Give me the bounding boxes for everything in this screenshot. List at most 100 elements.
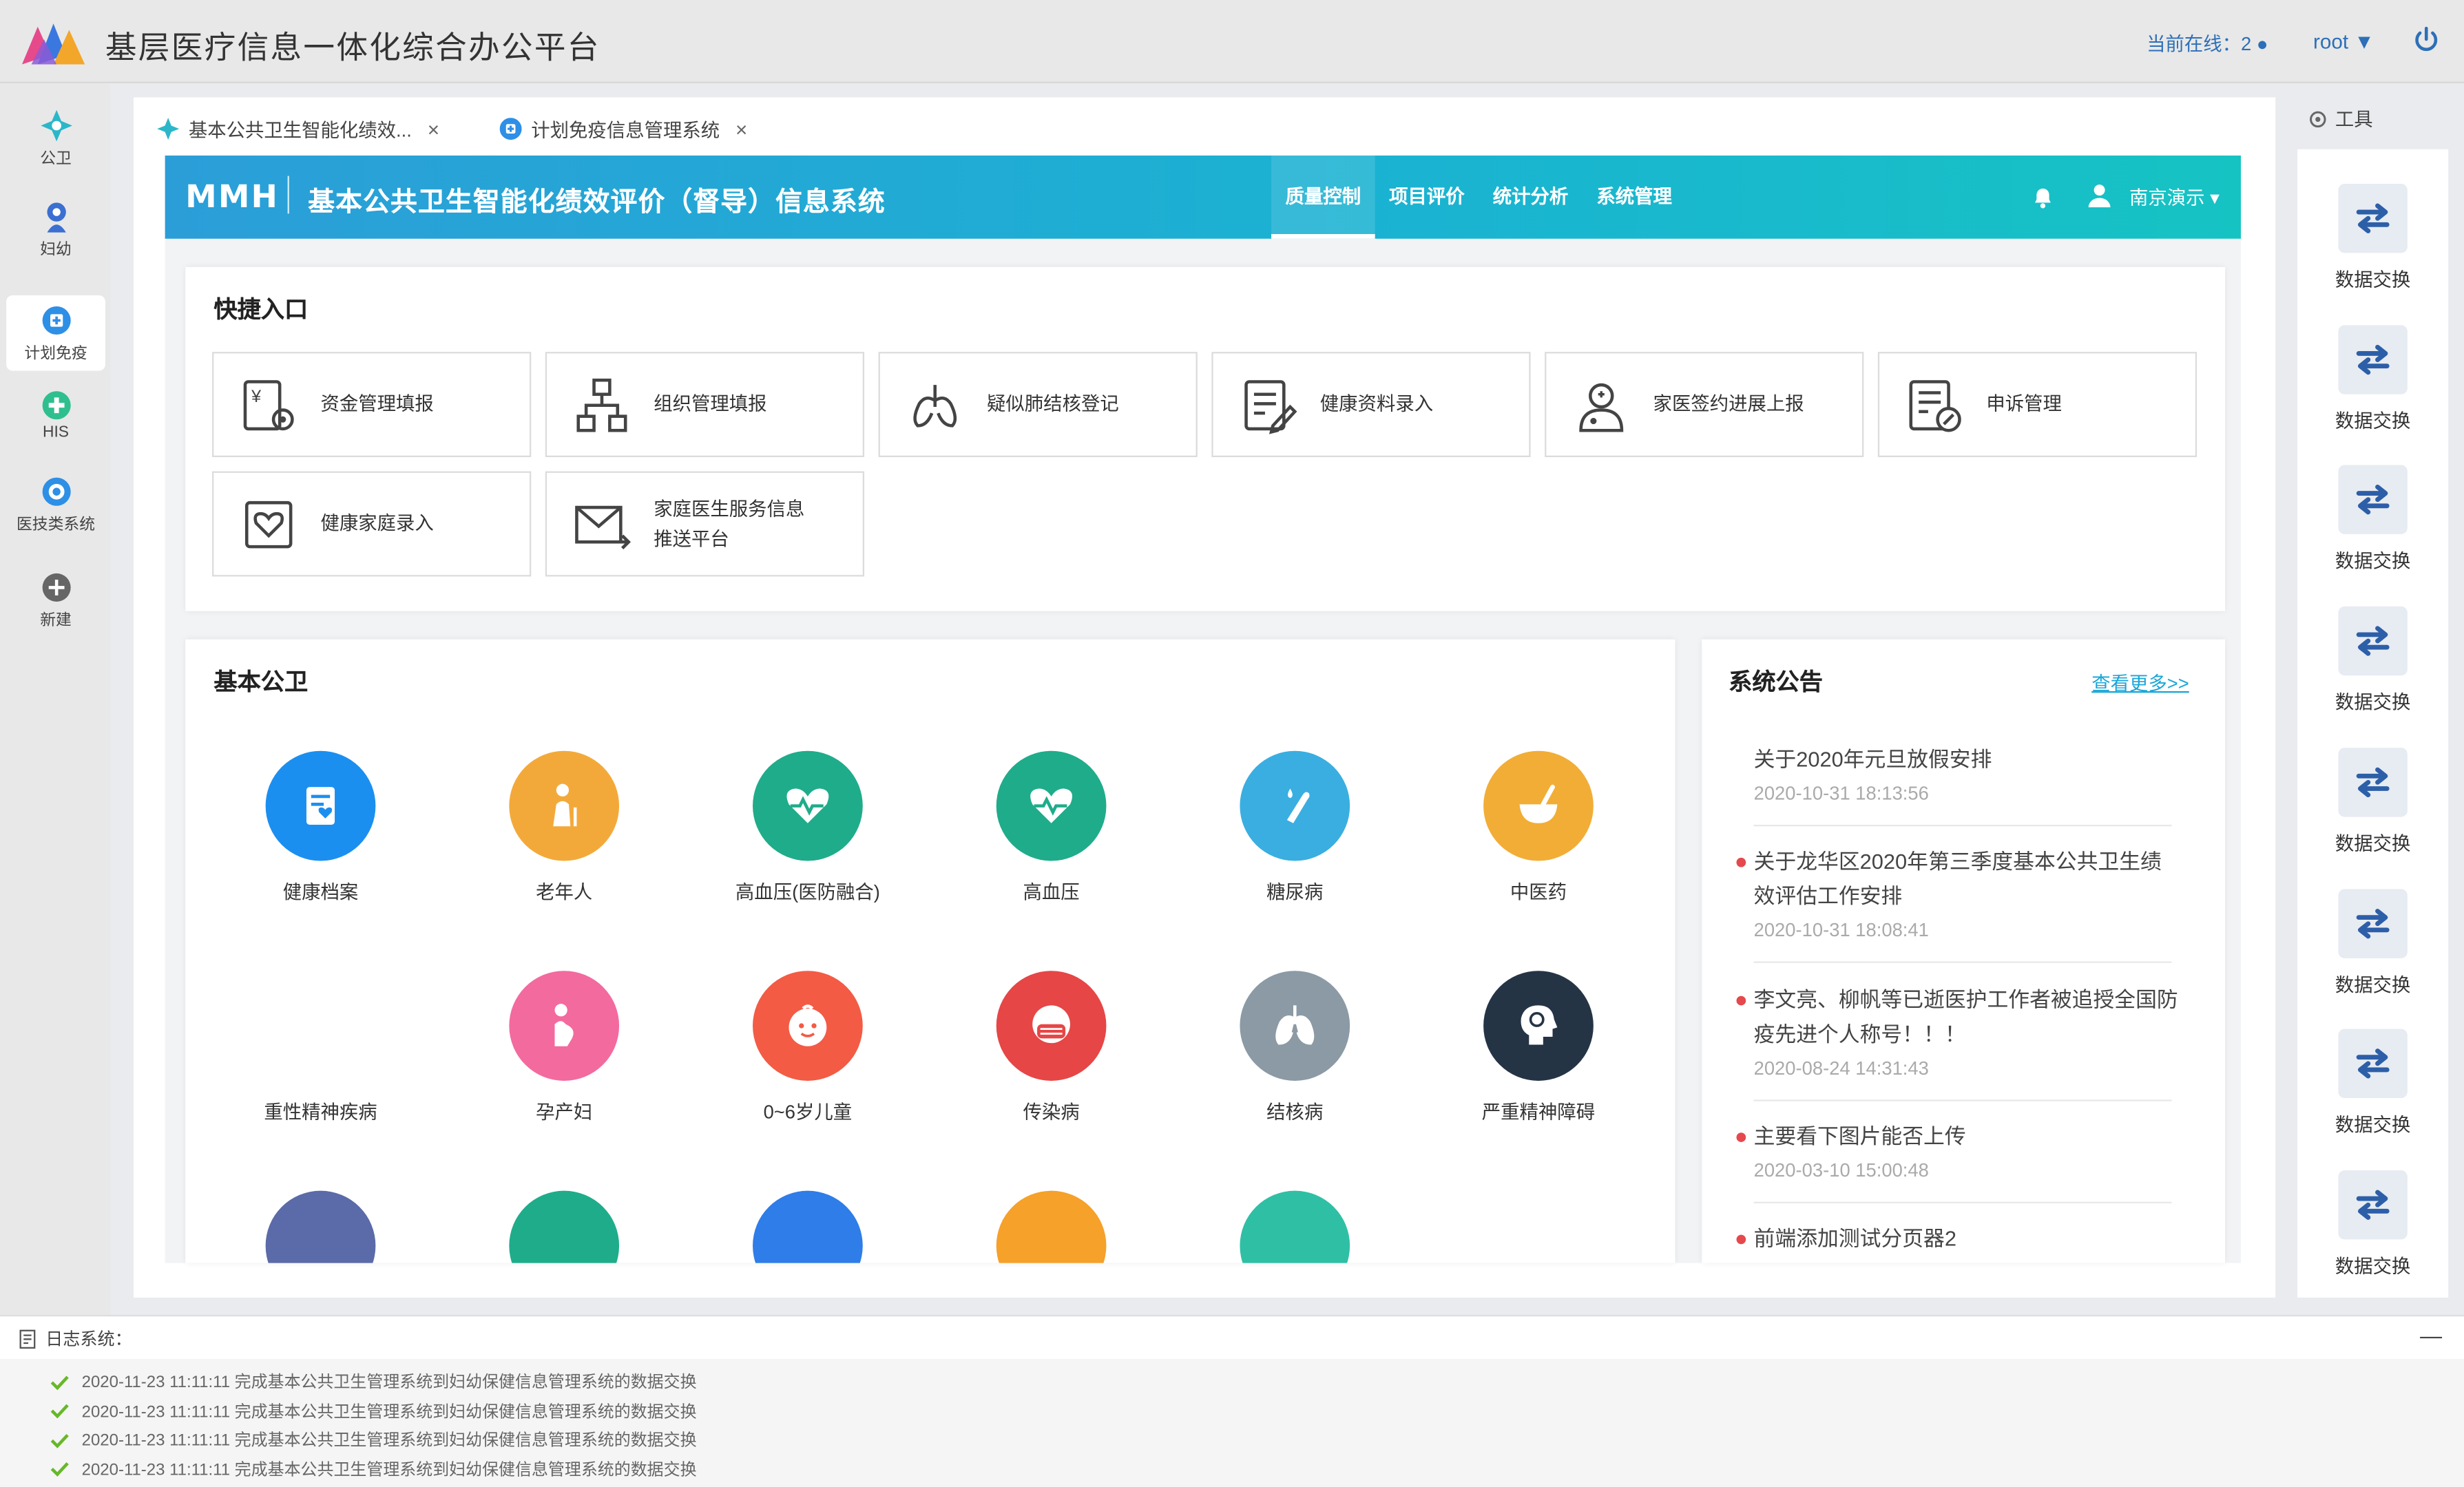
notice-divider — [1753, 961, 2172, 963]
tools-header[interactable]: 工具 — [2307, 105, 2373, 132]
user-menu[interactable]: root ▼ — [2313, 30, 2374, 53]
notice-item[interactable]: 主要看下图片能否上传 2020-03-10 15:00:48 — [1736, 1120, 2178, 1181]
exchange-label: 数据交换 — [2335, 1254, 2411, 1277]
notice-title-text: 主要看下图片能否上传 — [1753, 1124, 1966, 1149]
basic-health-item[interactable]: 重性精神疾病 — [202, 971, 438, 1125]
app-logo-icon — [21, 23, 85, 65]
basic-health-item[interactable]: 孕产妇 — [446, 971, 682, 1125]
log-text: 2020-11-23 11:11:11 完成基本公共卫生管理系统到妇幼保健信息管… — [81, 1431, 697, 1451]
notice-title-text: 李文亮、柳帆等已逝医护工作者被追授全国防疫先进个人称号！！！ — [1753, 988, 2178, 1046]
system-logo: MMH — [185, 177, 280, 215]
nav-project-evaluation[interactable]: 项目评价 — [1377, 156, 1477, 239]
region-dropdown[interactable]: 南京演示 ▾ — [2129, 184, 2220, 211]
quick-entry-item[interactable]: 家庭医生服务信息 推送平台 — [545, 471, 865, 577]
edit-document-icon — [1244, 379, 1297, 434]
exchange-arrows-icon — [2356, 485, 2390, 516]
basic-health-item[interactable]: 老年人 — [446, 750, 682, 905]
nav-quality-control[interactable]: 质量控制 — [1271, 155, 1375, 239]
basic-health-label: 高血压 — [1023, 881, 1080, 904]
caret-down-icon: ▼ — [2354, 30, 2374, 54]
quick-entry-item[interactable]: 健康资料录入 — [1211, 352, 1531, 458]
syringe-icon[interactable] — [265, 1190, 376, 1263]
sidebar-label: 计划免疫 — [24, 346, 87, 363]
sidebar-item-add[interactable]: 新建 — [6, 562, 105, 638]
basic-health-item[interactable]: 传染病 — [933, 971, 1169, 1125]
quick-entry-label: 资金管理填报 — [320, 392, 434, 415]
exchange-arrows-icon — [2356, 626, 2390, 656]
basic-health-item[interactable]: 高血压 — [933, 750, 1169, 905]
baby-face-icon — [789, 1004, 827, 1046]
notice-item[interactable]: 李文亮、柳帆等已逝医护工作者被追授全国防疫先进个人称号！！！ 2020-08-24… — [1736, 983, 2178, 1079]
data-exchange-button[interactable]: 数据交换 — [2297, 183, 2448, 292]
quick-entry-item[interactable]: 疑似肺结核登记 — [878, 352, 1198, 458]
tab-vaccine[interactable]: 计划免疫信息管理系统 × — [487, 107, 760, 151]
notice-item[interactable]: 关于龙华区2020年第三季度基本公共卫生绩效评估工作安排 2020-10-31 1… — [1736, 845, 2178, 941]
notice-date: 2020-08-24 14:31:43 — [1753, 1057, 1929, 1079]
power-icon[interactable] — [2414, 26, 2439, 52]
his-icon — [41, 391, 70, 420]
quick-entry-item[interactable]: 组织管理填报 — [545, 352, 865, 458]
basic-health-item[interactable]: 中医药 — [1421, 750, 1656, 905]
tab-gongwei[interactable]: 基本公共卫生智能化绩效... × — [144, 107, 452, 151]
close-icon[interactable]: × — [428, 117, 439, 140]
sidebar-item-gongwei[interactable]: 公卫 — [6, 101, 105, 176]
basic-health-item[interactable]: 严重精神障碍 — [1421, 971, 1656, 1125]
basic-health-item[interactable]: 糖尿病 — [1177, 750, 1412, 905]
exchange-arrows-icon — [2356, 1048, 2390, 1079]
notice-item[interactable]: 关于2020年元旦放假安排 2020-10-31 18:13:56 — [1754, 743, 2178, 804]
basic-health-label: 孕产妇 — [536, 1101, 593, 1124]
data-exchange-button[interactable]: 数据交换 — [2297, 465, 2448, 573]
log-title: 日志系统： — [19, 1326, 132, 1351]
data-exchange-button[interactable]: 数据交换 — [2297, 1170, 2448, 1278]
exchange-icon-box — [2338, 888, 2408, 958]
collapse-button[interactable]: — — [2420, 1322, 2442, 1348]
exchange-icon-box — [2338, 465, 2408, 535]
gongwei-icon — [40, 109, 72, 142]
quick-entry-item[interactable]: 申诉管理 — [1877, 352, 2197, 458]
sidebar-label: 新建 — [40, 612, 72, 631]
data-exchange-button[interactable]: 数据交换 — [2297, 1029, 2448, 1137]
sidebar-item-medtech[interactable]: 医技类系统 — [6, 467, 105, 542]
sidebar-item-vaccine[interactable]: 计划免疫 — [6, 295, 105, 371]
sidebar-label: 妇幼 — [40, 242, 72, 260]
basic-health-item[interactable]: 高血压(医防融合) — [690, 750, 926, 905]
quick-entry-item[interactable]: 家医签约进展上报 — [1545, 352, 1864, 458]
notice-item[interactable]: 前端添加测试分页器2 — [1736, 1222, 2178, 1256]
sidebar-item-his[interactable]: HIS — [6, 380, 105, 456]
lungs-icon — [1275, 1005, 1315, 1045]
basic-health-label: 中医药 — [1510, 881, 1567, 904]
data-exchange-button[interactable]: 数据交换 — [2297, 324, 2448, 433]
health-circle — [753, 971, 863, 1081]
bell-icon[interactable] — [2030, 184, 2056, 209]
org-chart-icon — [576, 377, 627, 432]
vaccine-icon — [499, 118, 522, 140]
log-text: 2020-11-23 11:11:11 完成基本公共卫生管理系统到妇幼保健信息管… — [81, 1460, 697, 1479]
close-icon[interactable]: × — [735, 117, 747, 140]
gongwei-icon — [157, 118, 180, 140]
basic-health-title: 基本公卫 — [213, 669, 309, 696]
bottle-icon[interactable] — [753, 1190, 863, 1263]
basic-health-label: 0~6岁儿童 — [763, 1101, 853, 1124]
health-circle — [1240, 971, 1350, 1081]
data-exchange-button[interactable]: 数据交换 — [2297, 607, 2448, 715]
nav-system-management[interactable]: 系统管理 — [1584, 156, 1684, 239]
leaf-icon[interactable] — [1240, 1190, 1350, 1263]
unread-dot — [1736, 857, 1746, 867]
quick-entry-item[interactable]: 健康家庭录入 — [212, 471, 532, 577]
basic-health-item[interactable]: 健康档案 — [202, 750, 438, 905]
sidebar-item-maternal[interactable]: 妇幼 — [6, 191, 105, 267]
notice-title-text: 关于2020年元旦放假安排 — [1753, 748, 1992, 772]
data-exchange-button[interactable]: 数据交换 — [2297, 747, 2448, 856]
exchange-icon-box — [2338, 1170, 2408, 1240]
notice-divider — [1753, 824, 2172, 827]
data-exchange-button[interactable]: 数据交换 — [2297, 888, 2448, 996]
infinity-icon[interactable] — [509, 1190, 620, 1263]
view-more-link[interactable]: 查看更多>> — [2091, 669, 2189, 696]
nav-statistics[interactable]: 统计分析 — [1481, 156, 1581, 239]
vaccine-icon — [41, 306, 70, 335]
basic-health-item[interactable]: 0~6岁儿童 — [690, 971, 926, 1125]
notice-date: 2020-03-10 15:00:48 — [1753, 1159, 1929, 1181]
quick-entry-item[interactable]: ¥ 资金管理填报 — [212, 352, 532, 458]
book-icon[interactable] — [996, 1190, 1107, 1263]
basic-health-item[interactable]: 结核病 — [1177, 971, 1412, 1125]
